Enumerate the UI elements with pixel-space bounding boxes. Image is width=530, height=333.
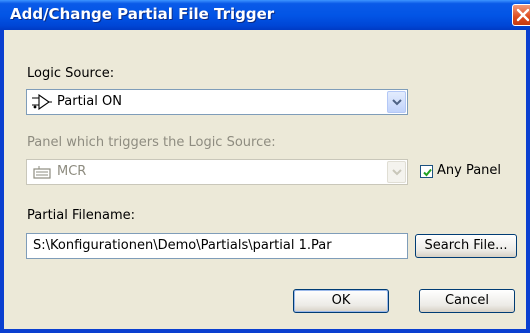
close-icon [516,8,530,22]
search-file-button[interactable]: Search File... [415,234,517,258]
partial-filename-label: Partial Filename: [27,208,135,223]
chevron-down-icon [392,169,402,176]
title-bar[interactable]: Add/Change Partial File Trigger [0,0,530,30]
any-panel-label[interactable]: Any Panel [437,163,501,178]
dialog-title: Add/Change Partial File Trigger [10,5,275,23]
cancel-button[interactable]: Cancel [419,289,515,313]
panel-dropdown-button[interactable] [387,161,406,183]
panel-dropdown[interactable]: MCR [26,159,408,185]
panel-value: MCR [57,164,87,179]
logic-gate-icon [32,94,52,110]
ok-button[interactable]: OK [293,289,389,313]
close-button[interactable] [512,4,530,26]
check-icon [423,168,432,177]
dialog-window: Add/Change Partial File Trigger Logic So… [0,0,530,333]
chevron-down-icon [392,99,402,106]
keyboard-icon [33,166,51,179]
logic-source-dropdown[interactable]: Partial ON [26,89,408,115]
panel-label: Panel which triggers the Logic Source: [27,135,276,150]
logic-source-value: Partial ON [57,94,122,109]
any-panel-checkbox[interactable] [420,165,433,178]
partial-filename-input[interactable]: S:\Konfigurationen\Demo\Partials\partial… [26,233,408,259]
logic-source-label: Logic Source: [27,66,115,81]
logic-source-dropdown-button[interactable] [387,91,406,113]
